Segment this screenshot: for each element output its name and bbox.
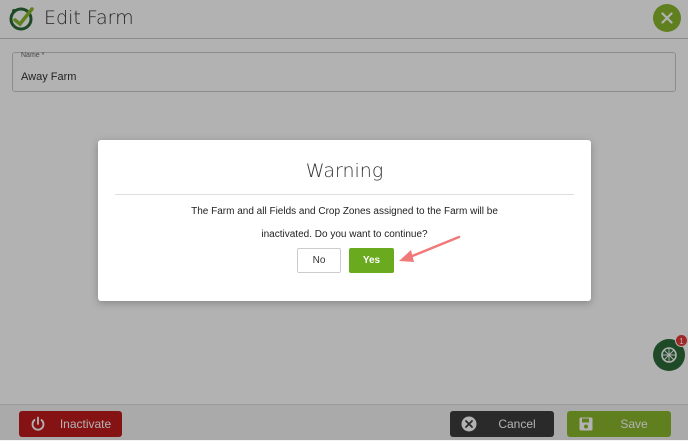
- no-button[interactable]: No: [297, 248, 341, 273]
- dialog-message-line-2: inactivated. Do you want to continue?: [261, 229, 428, 240]
- dialog-message-line-1: The Farm and all Fields and Crop Zones a…: [191, 206, 498, 217]
- dialog-divider: [115, 194, 574, 195]
- dialog-title: Warning: [305, 160, 384, 182]
- annotation-arrow: [399, 235, 461, 262]
- warning-dialog: Warning The Farm and all Fields and Crop…: [98, 140, 591, 301]
- yes-button[interactable]: Yes: [349, 248, 394, 273]
- dialog-message: The Farm and all Fields and Crop Zones a…: [98, 200, 591, 246]
